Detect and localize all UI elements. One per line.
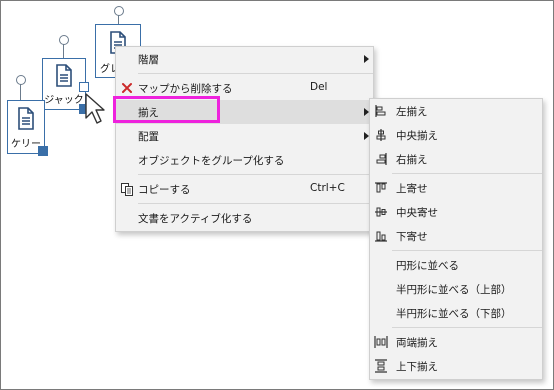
submenu-item-label: 中央揃え bbox=[396, 130, 438, 142]
align-bottom-icon bbox=[375, 231, 387, 242]
distribute-vertical-icon bbox=[375, 359, 387, 373]
align-middle-icon bbox=[375, 207, 387, 217]
align-right-icon bbox=[376, 153, 387, 165]
submenu-separator bbox=[392, 250, 542, 251]
align-submenu: 左揃え 中央揃え 右揃え 上寄せ 中央寄せ 下寄せ 円形に並べる 半円形に並べる… bbox=[369, 98, 543, 380]
submenu-item-label: 半円形に並べる（下部） bbox=[396, 308, 512, 320]
submenu-item-align-right[interactable]: 右揃え bbox=[370, 147, 542, 171]
submenu-item-align-bottom[interactable]: 下寄せ bbox=[370, 224, 542, 248]
mouse-pointer-icon bbox=[85, 93, 105, 124]
submenu-item-label: 上寄せ bbox=[396, 183, 428, 195]
menu-item-layer[interactable]: 階層 bbox=[116, 47, 373, 71]
document-icon bbox=[18, 107, 34, 130]
distribute-horizontal-icon bbox=[374, 336, 388, 348]
submenu-item-align-left[interactable]: 左揃え bbox=[370, 99, 542, 123]
delete-x-icon bbox=[122, 83, 132, 93]
submenu-item-distribute-vertical[interactable]: 上下揃え bbox=[370, 354, 542, 378]
submenu-item-align-middle[interactable]: 中央寄せ bbox=[370, 200, 542, 224]
menu-item-label: 階層 bbox=[138, 54, 159, 66]
menu-item-label: マップから削除する bbox=[138, 83, 233, 95]
submenu-item-label: 上下揃え bbox=[396, 361, 438, 373]
rotate-handle-line bbox=[118, 15, 119, 24]
menu-item-label: 文書をアクティブ化する bbox=[138, 213, 253, 225]
submenu-separator bbox=[392, 173, 542, 174]
context-menu: 階層 マップから削除する Del 揃え 配置 オブジェクトをグループ化する コピ… bbox=[115, 46, 374, 232]
menu-separator bbox=[138, 203, 373, 204]
resize-handle[interactable] bbox=[38, 146, 48, 156]
menu-item-label: コピーする bbox=[138, 184, 191, 196]
submenu-item-label: 中央寄せ bbox=[396, 207, 438, 219]
submenu-item-label: 左揃え bbox=[396, 106, 428, 118]
rotate-handle[interactable] bbox=[114, 6, 124, 16]
submenu-item-label: 両端揃え bbox=[396, 337, 438, 349]
submenu-item-align-top[interactable]: 上寄せ bbox=[370, 176, 542, 200]
submenu-item-label: 円形に並べる bbox=[396, 260, 459, 272]
menu-item-activate-document[interactable]: 文書をアクティブ化する bbox=[116, 206, 373, 230]
rotate-handle[interactable] bbox=[59, 35, 69, 45]
submenu-arrow-icon bbox=[364, 55, 369, 63]
menu-item-group-objects[interactable]: オブジェクトをグループ化する bbox=[116, 148, 373, 172]
document-icon bbox=[56, 64, 72, 87]
submenu-item-align-center[interactable]: 中央揃え bbox=[370, 123, 542, 147]
submenu-item-semicircle-top[interactable]: 半円形に並べる（上部） bbox=[370, 277, 542, 301]
align-top-icon bbox=[375, 182, 387, 193]
menu-item-copy[interactable]: コピーする Ctrl+C bbox=[116, 177, 373, 201]
rotate-handle[interactable] bbox=[16, 75, 26, 85]
menu-separator bbox=[138, 174, 373, 175]
resize-handle[interactable] bbox=[79, 82, 89, 92]
menu-item-shortcut: Ctrl+C bbox=[310, 182, 345, 194]
copy-icon bbox=[121, 183, 133, 196]
submenu-item-semicircle-bottom[interactable]: 半円形に並べる（下部） bbox=[370, 301, 542, 325]
submenu-separator bbox=[392, 327, 542, 328]
menu-separator bbox=[138, 73, 373, 74]
menu-item-shortcut: Del bbox=[310, 81, 328, 93]
submenu-item-label: 下寄せ bbox=[396, 231, 428, 243]
submenu-item-label: 半円形に並べる（上部） bbox=[396, 284, 512, 296]
submenu-item-circle[interactable]: 円形に並べる bbox=[370, 253, 542, 277]
align-center-icon bbox=[376, 129, 386, 141]
submenu-item-label: 右揃え bbox=[396, 154, 428, 166]
menu-item-label: オブジェクトをグループ化する bbox=[138, 155, 285, 167]
align-left-icon bbox=[375, 105, 386, 117]
rotate-handle-line bbox=[63, 44, 64, 58]
menu-item-arrange[interactable]: 配置 bbox=[116, 124, 373, 148]
menu-item-label: 配置 bbox=[138, 131, 159, 143]
submenu-item-distribute-horizontal[interactable]: 両端揃え bbox=[370, 330, 542, 354]
highlight-box bbox=[113, 96, 220, 123]
rotate-handle-line bbox=[20, 84, 21, 100]
